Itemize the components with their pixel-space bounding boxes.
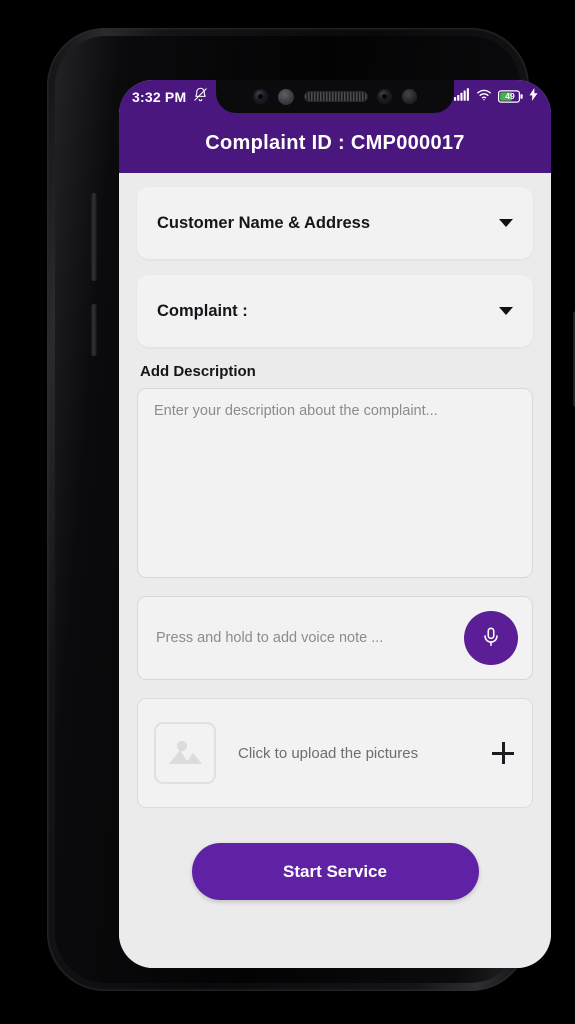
dropdown-customer-label: Customer Name & Address bbox=[157, 213, 371, 232]
phone-notch bbox=[216, 80, 454, 113]
add-description-label: Add Description bbox=[140, 363, 256, 380]
dropdown-complaint-label: Complaint : bbox=[157, 301, 248, 320]
chevron-down-icon[interactable] bbox=[499, 219, 513, 227]
phone-screen: 3:32 PM 49 Complaint ID: CMP000017 Cust… bbox=[119, 80, 551, 968]
voice-note-placeholder: Press and hold to add voice note ... bbox=[156, 630, 384, 646]
app-content: Customer Name & Address Complaint : Add … bbox=[119, 173, 551, 968]
proximity-sensor-icon bbox=[401, 89, 417, 104]
upload-pictures-field[interactable]: Click to upload the pictures bbox=[137, 698, 533, 808]
dropdown-complaint[interactable]: Complaint : bbox=[137, 275, 533, 347]
earpiece-speaker-icon bbox=[304, 92, 367, 101]
status-bar-left: 3:32 PM bbox=[132, 87, 229, 107]
status-time: 3:32 PM bbox=[132, 88, 187, 105]
upload-pictures-label: Click to upload the pictures bbox=[238, 744, 419, 762]
status-bar-right: 49 bbox=[454, 87, 538, 106]
app-bar: Complaint ID : CMP000017 bbox=[119, 113, 551, 173]
phone-mockup: 3:32 PM 49 Complaint ID: CMP000017 Cust… bbox=[47, 28, 575, 991]
microphone-button[interactable] bbox=[464, 611, 518, 665]
chevron-down-icon[interactable] bbox=[499, 307, 513, 315]
plus-icon[interactable] bbox=[492, 742, 514, 764]
wifi-icon bbox=[476, 88, 492, 106]
page-title: Complaint ID : CMP000017 bbox=[205, 131, 465, 154]
description-input[interactable] bbox=[137, 388, 533, 578]
ambient-light-sensor-icon bbox=[253, 90, 267, 103]
dropdown-customer-name-address[interactable]: Customer Name & Address bbox=[137, 187, 533, 259]
charging-bolt-icon bbox=[529, 87, 538, 106]
battery-percent-label: 49 bbox=[505, 91, 515, 101]
bell-muted-icon bbox=[193, 87, 208, 107]
start-service-button[interactable]: Start Service bbox=[191, 843, 479, 900]
infrared-sensor-icon bbox=[377, 90, 391, 103]
silent-switch-button[interactable] bbox=[91, 304, 97, 356]
voice-note-field[interactable]: Press and hold to add voice note ... bbox=[137, 596, 533, 680]
image-placeholder-icon bbox=[154, 722, 216, 784]
microphone-icon bbox=[480, 626, 502, 651]
front-camera-icon bbox=[277, 88, 294, 105]
battery-icon: 49 bbox=[498, 90, 523, 103]
volume-rocker-button[interactable] bbox=[91, 193, 97, 281]
signal-bars-icon bbox=[454, 87, 470, 106]
